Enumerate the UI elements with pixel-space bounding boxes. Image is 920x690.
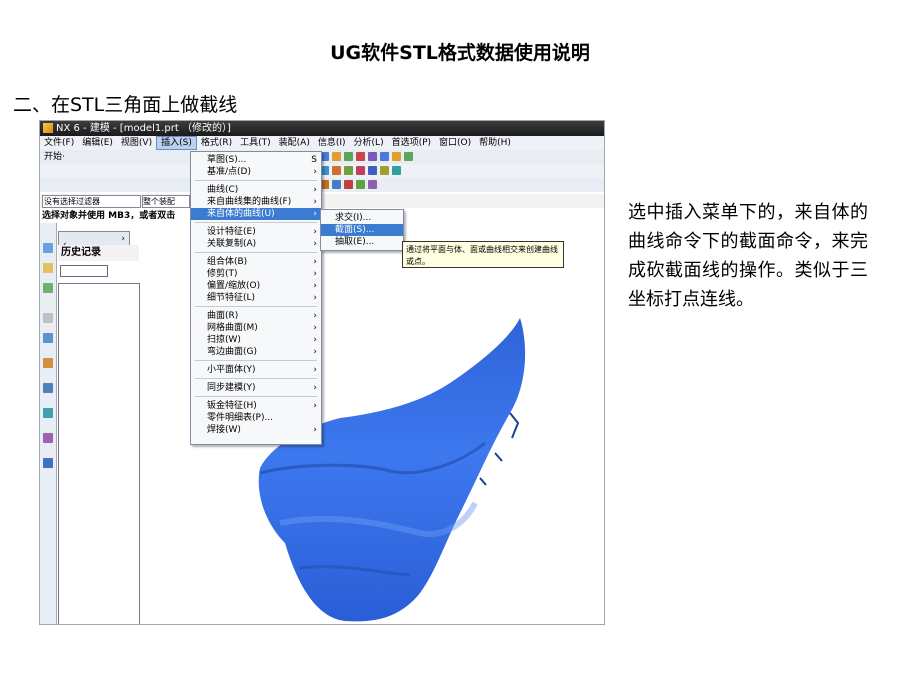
- surface-toolbar-icons: [320, 180, 380, 190]
- chamfer-icon[interactable]: [368, 166, 377, 175]
- insert-menu-item[interactable]: 修剪(T) ›: [191, 268, 321, 280]
- section-item[interactable]: 截面(S)...: [321, 224, 403, 236]
- insert-menu-item[interactable]: 小平面体(Y) ›: [191, 364, 321, 376]
- insert-menu: 草图(S)... S 基准/点(D) › 曲线(C) › 来自曲线集的曲线(F) › 来…: [190, 151, 322, 445]
- wcs-icon[interactable]: [404, 152, 413, 161]
- roles-icon[interactable]: [43, 458, 53, 468]
- description-text: 选中插入菜单下的，来自体的曲线命令下的截面命令，来完成砍截面线的操作。类似于三坐…: [628, 202, 868, 310]
- section-heading: 二、在STL三角面上做截线: [13, 94, 238, 116]
- analysis-icon[interactable]: [356, 152, 365, 161]
- section-tooltip: 通过将平面与体、面或曲线相交来创建曲线或点。: [402, 241, 564, 268]
- mesh-icon[interactable]: [332, 180, 341, 189]
- menu-view[interactable]: 视图(V): [117, 136, 156, 150]
- constraint-nav-icon[interactable]: [43, 263, 53, 273]
- hole-icon[interactable]: [344, 166, 353, 175]
- menu-preferences[interactable]: 首选项(P): [388, 136, 435, 150]
- menu-help[interactable]: 帮助(H): [475, 136, 515, 150]
- process-studio-icon[interactable]: [43, 433, 53, 443]
- trim-icon[interactable]: [392, 166, 401, 175]
- insert-menu-item[interactable]: 设计特征(E) ›: [191, 226, 321, 238]
- reuse-library-icon[interactable]: [43, 313, 53, 323]
- menu-info[interactable]: 信息(I): [314, 136, 350, 150]
- insert-menu-item[interactable]: 零件明细表(P)...: [191, 412, 321, 424]
- history-panel[interactable]: [58, 283, 140, 624]
- snap-icon[interactable]: [368, 152, 377, 161]
- insert-menu-item[interactable]: 来自曲线集的曲线(F) ›: [191, 196, 321, 208]
- right-arrow-icon[interactable]: ›: [117, 232, 129, 246]
- insert-menu-item[interactable]: 曲面(R) ›: [191, 310, 321, 322]
- insert-menu-item[interactable]: 扫掠(W) ›: [191, 334, 321, 346]
- blend-icon[interactable]: [356, 166, 365, 175]
- insert-menu-item[interactable]: 网格曲面(M) ›: [191, 322, 321, 334]
- layer-icon[interactable]: [344, 152, 353, 161]
- menu-format[interactable]: 格式(R): [197, 136, 236, 150]
- history-icon[interactable]: [43, 383, 53, 393]
- slide-title: UG软件STL格式数据使用说明: [330, 42, 590, 64]
- render-icon[interactable]: [332, 152, 341, 161]
- curve-from-bodies-submenu: 求交(I)... 截面(S)... 抽取(E)...: [320, 209, 404, 251]
- selection-bar: 没有选择过滤器 整个装配: [40, 194, 604, 208]
- graphics-window[interactable]: ‹› 历史记录: [40, 223, 604, 624]
- menu-analysis[interactable]: 分析(L): [350, 136, 388, 150]
- offset-icon[interactable]: [356, 180, 365, 189]
- insert-menu-item[interactable]: 基准/点(D) ›: [191, 166, 321, 178]
- insert-menu-item[interactable]: 组合体(B) ›: [191, 256, 321, 268]
- history-title: 历史记录: [58, 245, 139, 261]
- history-filter-select[interactable]: [60, 265, 108, 277]
- menu-insert[interactable]: 插入(S): [156, 136, 197, 150]
- menu-edit[interactable]: 编辑(E): [78, 136, 117, 150]
- menu-bar: 文件(F) 编辑(E) 视图(V) 插入(S) 格式(R) 工具(T) 装配(A) 信息(I)…: [40, 136, 604, 150]
- insert-menu-item[interactable]: 焊接(W) ›: [191, 424, 321, 436]
- cue-line: 选择对象并使用 MB3，或者双击: [42, 211, 176, 221]
- start-button[interactable]: 开始·: [40, 150, 65, 164]
- orient-icon[interactable]: [380, 152, 389, 161]
- type-filter-select[interactable]: 没有选择过滤器: [42, 195, 141, 208]
- scope-select[interactable]: 整个装配: [142, 195, 190, 208]
- curve-from-bodies-item[interactable]: 来自体的曲线(U) ›: [191, 208, 321, 220]
- shade-icon[interactable]: [392, 152, 401, 161]
- part-nav-icon[interactable]: [43, 283, 53, 293]
- insert-menu-item[interactable]: 钣金特征(H) ›: [191, 400, 321, 412]
- insert-menu-item[interactable]: 曲线(C) ›: [191, 184, 321, 196]
- menu-window[interactable]: 窗口(O): [435, 136, 475, 150]
- toolbar-icons: [320, 152, 416, 162]
- insert-menu-item[interactable]: 草图(S)... S: [191, 154, 321, 166]
- insert-menu-item[interactable]: 偏置/缩放(O) ›: [191, 280, 321, 292]
- intersect-item[interactable]: 求交(I)...: [321, 212, 403, 224]
- insert-menu-item[interactable]: 细节特征(L) ›: [191, 292, 321, 304]
- window-titlebar: NX 6 - 建模 - [model1.prt （修改的）]: [40, 121, 604, 136]
- shell-icon[interactable]: [380, 166, 389, 175]
- history-controls: [60, 265, 130, 277]
- menu-assembly[interactable]: 装配(A): [275, 136, 314, 150]
- surface-toolbar: [40, 178, 604, 192]
- section-icon[interactable]: [368, 180, 377, 189]
- menu-tools[interactable]: 工具(T): [236, 136, 275, 150]
- assembly-nav-icon[interactable]: [43, 243, 53, 253]
- extract-item[interactable]: 抽取(E)...: [321, 236, 403, 248]
- insert-menu-item[interactable]: 关联复制(A) ›: [191, 238, 321, 250]
- feature-toolbar-icons: [320, 166, 404, 176]
- insert-menu-item[interactable]: 弯边曲面(G) ›: [191, 346, 321, 358]
- resource-bar: [40, 223, 57, 624]
- window-title: NX 6 - 建模 - [model1.prt （修改的）]: [56, 123, 231, 134]
- standard-toolbar: 开始·: [40, 150, 604, 164]
- sweep-icon[interactable]: [344, 180, 353, 189]
- system-materials-icon[interactable]: [43, 408, 53, 418]
- nx-logo-icon: [43, 123, 53, 133]
- web-browser-icon[interactable]: [43, 358, 53, 368]
- hd3d-icon[interactable]: [43, 333, 53, 343]
- feature-toolbar: [40, 164, 604, 178]
- menu-file[interactable]: 文件(F): [40, 136, 78, 150]
- revolve-icon[interactable]: [332, 166, 341, 175]
- nx-screenshot: NX 6 - 建模 - [model1.prt （修改的）] 文件(F) 编辑(E…: [39, 120, 605, 625]
- insert-menu-item[interactable]: 同步建模(Y) ›: [191, 382, 321, 394]
